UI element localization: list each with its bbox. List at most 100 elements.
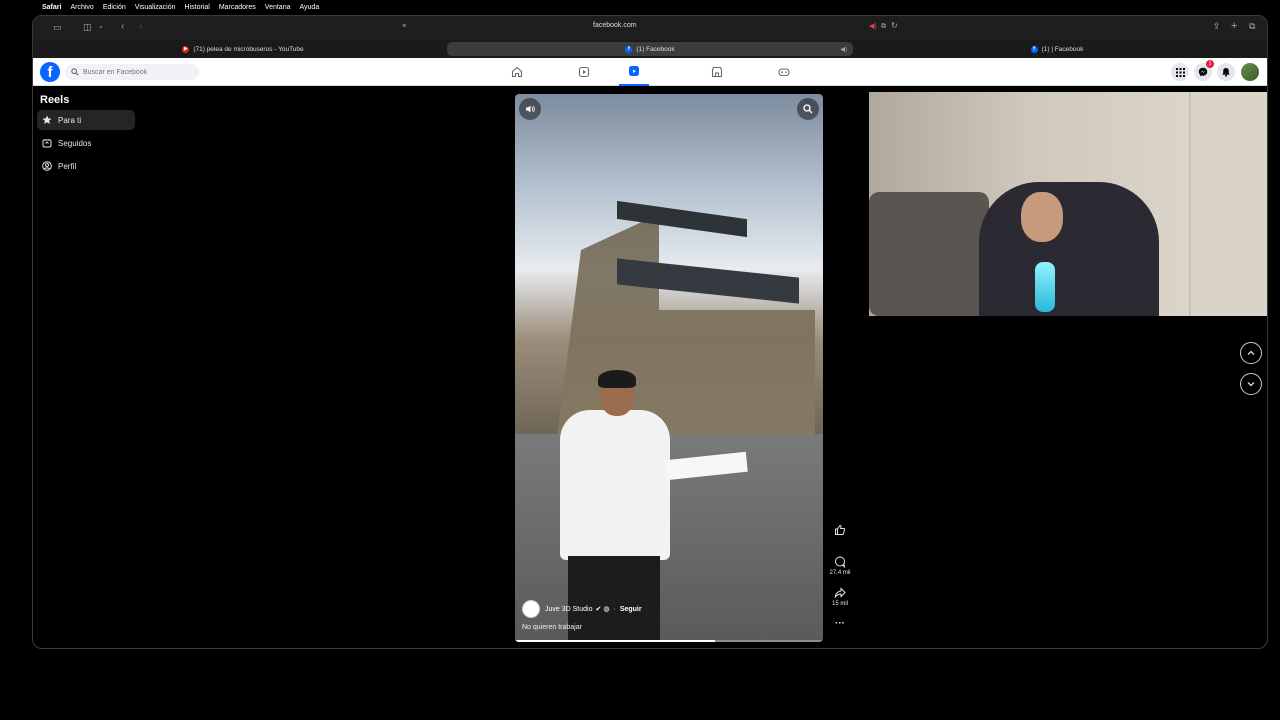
facebook-navbar: f 1 <box>33 58 1267 86</box>
tab-youtube[interactable]: ▶ (71) pelea de microbuseros - YouTube <box>43 42 443 56</box>
menu-archivo[interactable]: Archivo <box>70 4 93 11</box>
menu-safari[interactable]: Safari <box>42 4 61 11</box>
nav-marketplace[interactable] <box>702 58 732 86</box>
reload-icon[interactable]: ↻ <box>891 22 898 30</box>
reels-icon <box>629 66 639 76</box>
new-tab-icon[interactable]: + <box>1231 21 1237 32</box>
forward-icon[interactable]: › <box>139 22 142 32</box>
sidebar-item-label: Para ti <box>58 115 82 125</box>
menu-ayuda[interactable]: Ayuda <box>299 4 319 11</box>
chevron-down-icon[interactable]: ⌄ <box>98 23 104 30</box>
tab-facebook[interactable]: f (1) Facebook ◀) <box>447 42 853 56</box>
nav-home[interactable] <box>502 58 532 86</box>
facebook-logo[interactable]: f <box>40 62 60 82</box>
messenger-button[interactable]: 1 <box>1194 60 1214 81</box>
youtube-icon: ▶ <box>182 45 190 53</box>
tab-facebook-2[interactable]: f (1) | Facebook <box>857 42 1257 56</box>
video-person-shirt <box>560 410 670 560</box>
sidebar-item-label: Perfil <box>58 161 77 171</box>
reel-author: Juve 3D Studio ✔ ◍ · Seguir <box>522 600 642 618</box>
menu-ventana[interactable]: Ventana <box>265 4 291 11</box>
menu-bar: Safari Archivo Edición Visualización His… <box>0 0 1280 14</box>
mute-tab-icon[interactable]: ◀) <box>840 46 847 53</box>
more-options-button[interactable]: ··· <box>825 618 855 629</box>
menu-button[interactable] <box>1171 63 1189 81</box>
more-icon: ··· <box>835 618 845 629</box>
star-icon <box>42 115 52 124</box>
webcam-sofa <box>869 192 989 316</box>
author-name[interactable]: Juve 3D Studio <box>545 606 592 613</box>
search-icon <box>71 68 79 76</box>
separator: · <box>613 605 616 613</box>
sidebar-item-perfil[interactable]: Perfil <box>37 156 135 176</box>
browser-toolbar: ▭ ◫ ⌄ ‹ › ≡ facebook.com ◀) ⧉ ↻ ⇪ + ⧉ <box>33 16 1267 40</box>
reel-progress[interactable] <box>515 640 823 642</box>
sidebar-toggle-icon[interactable]: ◫ <box>83 23 92 32</box>
menu-historial[interactable]: Historial <box>185 4 210 11</box>
reel-progress-fill <box>515 640 716 642</box>
mute-button[interactable] <box>519 98 541 120</box>
nav-gaming[interactable] <box>769 58 799 86</box>
facebook-icon: f <box>625 45 633 53</box>
video-person-hair <box>598 370 636 388</box>
nav-video[interactable] <box>569 58 599 86</box>
sidebar-item-label: Seguidos <box>58 138 92 148</box>
search-box[interactable] <box>65 64 199 80</box>
comment-icon <box>835 556 846 569</box>
globe-icon: ◍ <box>603 606 610 613</box>
audio-playing-icon[interactable]: ◀) <box>869 23 877 30</box>
tabs-grid-icon[interactable]: ⧉ <box>1249 22 1255 31</box>
search-icon <box>803 104 813 114</box>
webcam-door <box>1189 92 1267 316</box>
reel-video[interactable]: Juve 3D Studio ✔ ◍ · Seguir No quieren t… <box>515 94 823 642</box>
translate-icon[interactable]: ⧉ <box>881 23 886 30</box>
webcam-person-head <box>1021 192 1063 242</box>
author-avatar[interactable] <box>522 600 540 618</box>
share-button[interactable]: 15 mil <box>825 587 855 607</box>
chevron-up-icon <box>1247 350 1255 355</box>
webcam-person <box>979 182 1159 316</box>
previous-reel-button[interactable] <box>1240 342 1262 364</box>
sidebar-item-para-ti[interactable]: Para ti <box>37 110 135 130</box>
tab-title: (71) pelea de microbuseros - YouTube <box>193 45 304 53</box>
facebook-icon: f <box>1030 45 1038 53</box>
like-button[interactable] <box>825 524 855 538</box>
home-icon <box>511 66 523 78</box>
browser-window: ▭ ◫ ⌄ ‹ › ≡ facebook.com ◀) ⧉ ↻ ⇪ + ⧉ ▶ … <box>32 15 1268 649</box>
volume-icon <box>526 105 535 113</box>
gaming-icon <box>778 68 790 77</box>
following-icon <box>42 139 52 148</box>
next-reel-button[interactable] <box>1240 373 1262 395</box>
comment-button[interactable]: 27,4 mil <box>825 556 855 576</box>
tab-title: (1) | Facebook <box>1041 45 1084 53</box>
share-icon[interactable]: ⇪ <box>1213 22 1221 31</box>
menu-edicion[interactable]: Edición <box>103 4 126 11</box>
thumbs-up-icon <box>835 524 846 535</box>
share-arrow-icon <box>834 587 846 598</box>
menu-marcadores[interactable]: Marcadores <box>219 4 256 11</box>
messenger-icon <box>1198 67 1208 77</box>
menu-visualizacion[interactable]: Visualización <box>135 4 176 11</box>
comment-count: 27,4 mil <box>829 570 851 576</box>
webcam-microphone <box>1035 262 1055 312</box>
profile-icon <box>42 161 52 171</box>
follow-button[interactable]: Seguir <box>620 606 642 613</box>
nav-reels[interactable] <box>619 58 649 86</box>
grid-menu-icon <box>1175 67 1185 77</box>
search-input[interactable] <box>83 68 193 76</box>
bell-icon <box>1222 68 1230 77</box>
webcam-overlay <box>869 92 1267 316</box>
profile-avatar[interactable] <box>1241 63 1259 81</box>
marketplace-icon <box>711 66 723 78</box>
notifications-button[interactable] <box>1217 63 1235 81</box>
page-menu-icon[interactable]: ≡ <box>402 23 406 30</box>
reel-search-button[interactable] <box>797 98 819 120</box>
reel-caption: No quieren trabajar <box>522 624 582 631</box>
tab-overview-icon[interactable]: ▭ <box>53 23 62 32</box>
address-bar[interactable]: facebook.com <box>593 22 637 29</box>
tab-title: (1) Facebook <box>636 45 675 53</box>
share-count: 15 mil <box>831 601 848 607</box>
back-icon[interactable]: ‹ <box>121 22 124 32</box>
sidebar-item-seguidos[interactable]: Seguidos <box>37 133 135 153</box>
notification-badge: 1 <box>1206 60 1214 68</box>
